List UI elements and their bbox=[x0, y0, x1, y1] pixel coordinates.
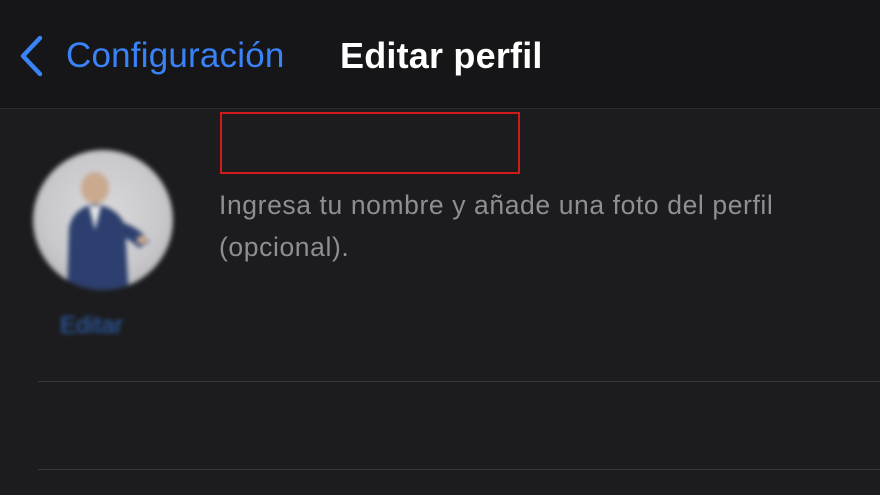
chevron-left-icon bbox=[20, 35, 43, 77]
back-button[interactable]: Configuración bbox=[18, 28, 285, 84]
back-button-label: Configuración bbox=[66, 36, 285, 75]
name-field[interactable] bbox=[220, 112, 520, 174]
page-title: Editar perfil bbox=[340, 35, 543, 76]
profile-hint-text: Ingresa tu nombre y añade una foto del p… bbox=[219, 190, 774, 262]
edit-photo-link[interactable]: Editar bbox=[60, 312, 123, 340]
edit-profile-screen: Configuración Editar perfil Editar Ingre… bbox=[0, 0, 880, 495]
list-row[interactable] bbox=[0, 470, 880, 495]
navigation-bar: Configuración Editar perfil bbox=[0, 0, 880, 109]
profile-photo bbox=[67, 172, 149, 290]
list-row[interactable] bbox=[0, 382, 880, 469]
avatar[interactable] bbox=[33, 150, 173, 290]
